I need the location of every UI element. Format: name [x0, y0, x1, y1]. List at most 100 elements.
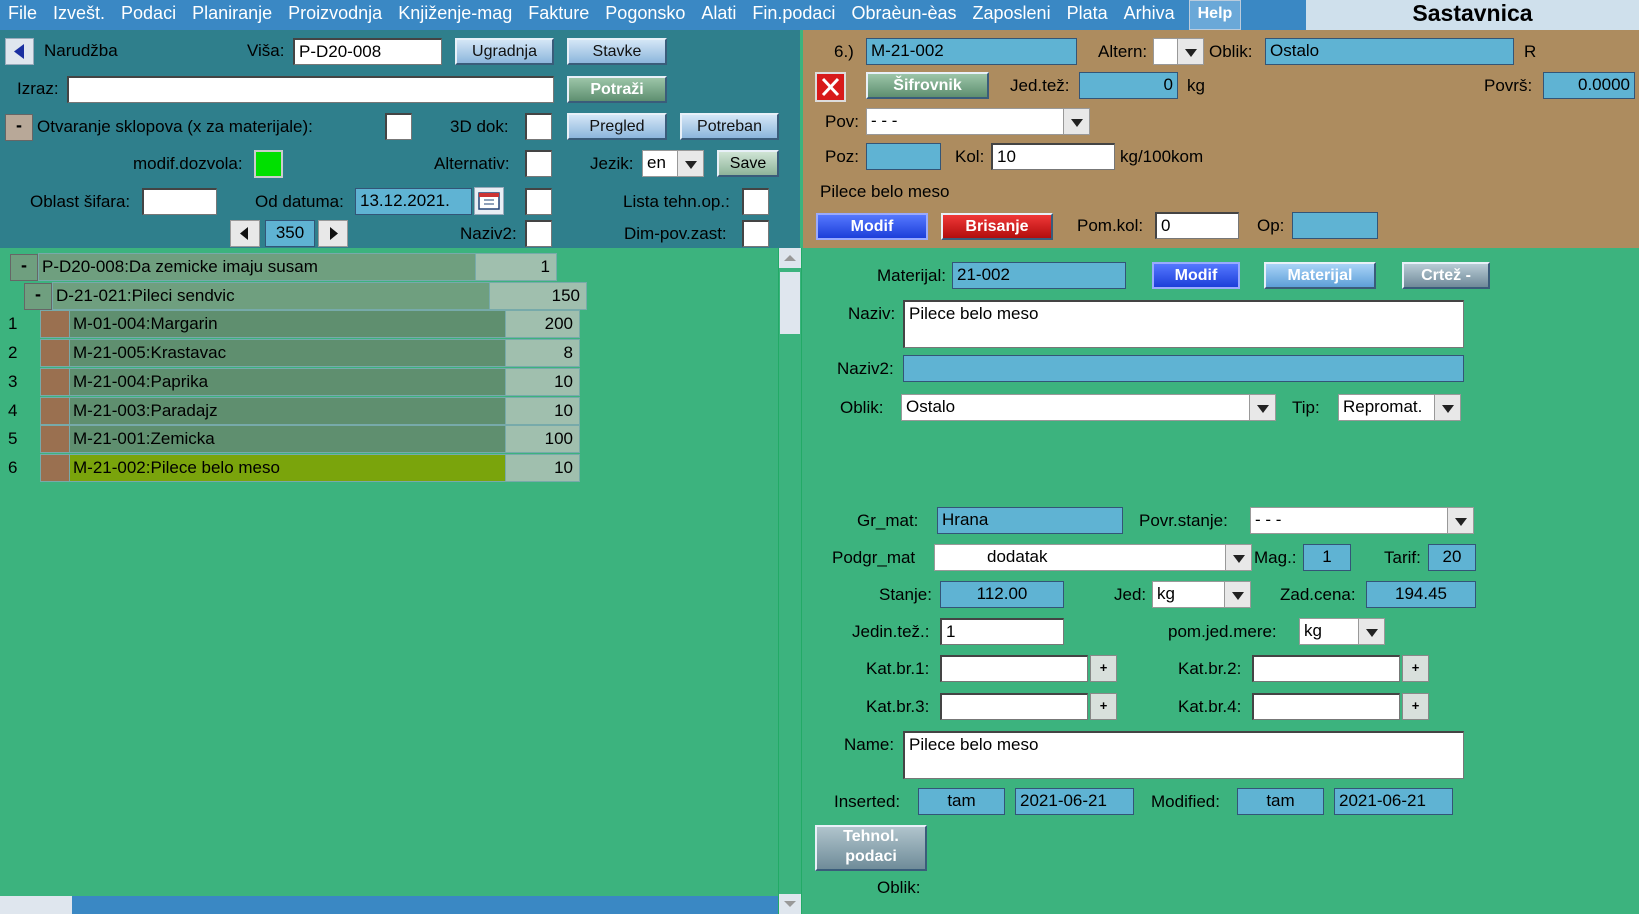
podgr-mat-dropdown-icon[interactable] — [1225, 544, 1252, 571]
od-datuma-input[interactable]: 13.12.2021. — [355, 188, 472, 215]
tree-item-name[interactable]: M-01-004:Margarin — [69, 310, 506, 338]
naziv-textarea[interactable]: Pilece belo meso — [903, 300, 1464, 348]
visa-input[interactable]: P-D20-008 — [293, 38, 442, 65]
jezik-dropdown-icon[interactable] — [677, 150, 704, 177]
kat-br-2-input[interactable] — [1252, 655, 1400, 682]
tree-child-name[interactable]: D-21-021:Pileci sendvic — [52, 282, 502, 310]
kat-br-4-input[interactable] — [1252, 693, 1400, 720]
zad-cena-input[interactable]: 194.45 — [1366, 581, 1476, 608]
povr-stanje-select[interactable]: - - - — [1250, 507, 1450, 534]
pregled-button[interactable]: Pregled — [567, 113, 667, 140]
poz-input[interactable] — [866, 143, 941, 170]
dok3d-checkbox[interactable] — [525, 113, 552, 140]
materijal-button[interactable]: Materijal — [1264, 262, 1376, 289]
menu-proizvodnja[interactable]: Proizvodnja — [280, 0, 390, 30]
menu-obracun-cas[interactable]: Obraèun-èas — [843, 0, 964, 30]
od-datuma-checkbox[interactable] — [525, 188, 552, 215]
tree-item-name[interactable]: M-21-001:Zemicka — [69, 425, 506, 453]
tip-dropdown-icon[interactable] — [1434, 394, 1461, 421]
save-button[interactable]: Save — [717, 150, 779, 177]
jed-dropdown-icon[interactable] — [1224, 581, 1251, 608]
menu-alati[interactable]: Alati — [693, 0, 744, 30]
menu-zaposleni[interactable]: Zaposleni — [965, 0, 1059, 30]
potreban-button[interactable]: Potreban — [680, 113, 779, 140]
crtez-button[interactable]: Crtež - — [1402, 262, 1490, 289]
ugradnja-button[interactable]: Ugradnja — [455, 38, 554, 65]
menu-fin-podaci[interactable]: Fin.podaci — [744, 0, 843, 30]
menu-help[interactable]: Help — [1188, 0, 1242, 30]
menu-plata[interactable]: Plata — [1059, 0, 1116, 30]
menu-podaci[interactable]: Podaci — [113, 0, 184, 30]
tree-item-name[interactable]: M-21-002:Pilece belo meso — [69, 454, 506, 482]
oblik-dropdown-icon[interactable] — [1249, 394, 1276, 421]
page-number-field[interactable]: 350 — [265, 220, 315, 247]
pov-dropdown-icon[interactable] — [1063, 108, 1090, 135]
kat-br-2-add-button[interactable]: + — [1402, 655, 1429, 682]
alternativ-checkbox[interactable] — [525, 150, 552, 177]
menu-fakture[interactable]: Fakture — [520, 0, 597, 30]
stanje-input[interactable]: 112.00 — [940, 581, 1064, 608]
menu-knjizenje-mag[interactable]: Knjiženje-mag — [390, 0, 520, 30]
inserted-date-input[interactable]: 2021-06-21 — [1015, 788, 1134, 815]
tree-child-collapse-button[interactable]: - — [24, 283, 52, 310]
stavke-button[interactable]: Stavke — [567, 38, 667, 65]
tree-item-name[interactable]: M-21-003:Paradajz — [69, 397, 506, 425]
menu-arhiva[interactable]: Arhiva — [1116, 0, 1183, 30]
povr-stanje-dropdown-icon[interactable] — [1447, 507, 1474, 534]
modif-material-button[interactable]: Modif — [1152, 262, 1240, 289]
hscroll-thumb[interactable] — [0, 896, 72, 914]
tree-item-name[interactable]: M-21-005:Krastavac — [69, 339, 506, 367]
close-x-icon[interactable] — [815, 72, 846, 102]
calendar-icon[interactable] — [474, 187, 504, 215]
jedin-tez-input[interactable]: 1 — [940, 618, 1064, 645]
altern-dropdown-icon[interactable] — [1177, 38, 1204, 65]
menu-planiranje[interactable]: Planiranje — [184, 0, 280, 30]
oblik-top-input[interactable]: Ostalo — [1265, 38, 1514, 65]
lista-tehn-op-checkbox[interactable] — [742, 188, 769, 215]
kat-br-1-input[interactable] — [940, 655, 1088, 682]
modified-user-input[interactable]: tam — [1237, 788, 1324, 815]
naziv2-filter-checkbox[interactable] — [525, 220, 552, 247]
modified-date-input[interactable]: 2021-06-21 — [1334, 788, 1453, 815]
page-prev-button[interactable] — [230, 220, 260, 247]
oblik-select[interactable]: Ostalo — [901, 394, 1253, 421]
op-input[interactable] — [1292, 212, 1378, 239]
jed-select[interactable]: kg — [1152, 581, 1226, 608]
povrs-input[interactable]: 0.0000 — [1543, 72, 1635, 99]
jed-tez-input[interactable]: 0 — [1079, 72, 1178, 99]
brisanje-button[interactable]: Brisanje — [941, 213, 1053, 240]
materijal-input[interactable]: 21-002 — [952, 262, 1126, 289]
inserted-user-input[interactable]: tam — [918, 788, 1005, 815]
modif-dozvola-indicator[interactable] — [254, 150, 283, 178]
oblast-sifara-input[interactable] — [142, 188, 217, 215]
otvaranje-checkbox[interactable] — [385, 113, 412, 140]
menu-izvest[interactable]: Izvešt. — [45, 0, 113, 30]
kol-input[interactable]: 10 — [991, 143, 1115, 170]
tree-horizontal-scrollbar[interactable] — [0, 896, 778, 914]
jezik-select[interactable]: en — [642, 150, 678, 177]
scroll-thumb[interactable] — [780, 272, 800, 334]
page-next-button[interactable] — [318, 220, 348, 247]
gr-mat-input[interactable]: Hrana — [937, 507, 1123, 534]
kat-br-3-input[interactable] — [940, 693, 1088, 720]
back-arrow-icon[interactable] — [5, 38, 34, 65]
tree-vertical-scrollbar[interactable] — [778, 248, 802, 914]
tree-root-name[interactable]: P-D20-008:Da zemicke imaju susam — [38, 253, 486, 281]
naziv2-input[interactable] — [903, 355, 1464, 382]
kat-br-4-add-button[interactable]: + — [1402, 693, 1429, 720]
menu-file[interactable]: File — [0, 0, 45, 30]
izraz-input[interactable] — [67, 76, 554, 103]
sifrovnik-button[interactable]: Šifrovnik — [866, 72, 989, 99]
tree-root-collapse-button[interactable]: - — [10, 254, 38, 281]
tree-item-name[interactable]: M-21-004:Paprika — [69, 368, 506, 396]
kat-br-3-add-button[interactable]: + — [1090, 693, 1117, 720]
item-code-input[interactable]: M-21-002 — [866, 38, 1077, 65]
tarif-input[interactable]: 20 — [1428, 544, 1476, 571]
menu-pogonsko[interactable]: Pogonsko — [597, 0, 693, 30]
podgr-mat-select[interactable]: dodatak — [934, 544, 1231, 571]
name-textarea[interactable]: Pilece belo meso — [903, 731, 1464, 779]
dim-pov-zast-checkbox[interactable] — [742, 220, 769, 247]
tehnol-podaci-button[interactable]: Tehnol. podaci — [815, 825, 927, 871]
pom-kol-input[interactable]: 0 — [1155, 212, 1239, 239]
altern-select[interactable] — [1153, 38, 1179, 65]
